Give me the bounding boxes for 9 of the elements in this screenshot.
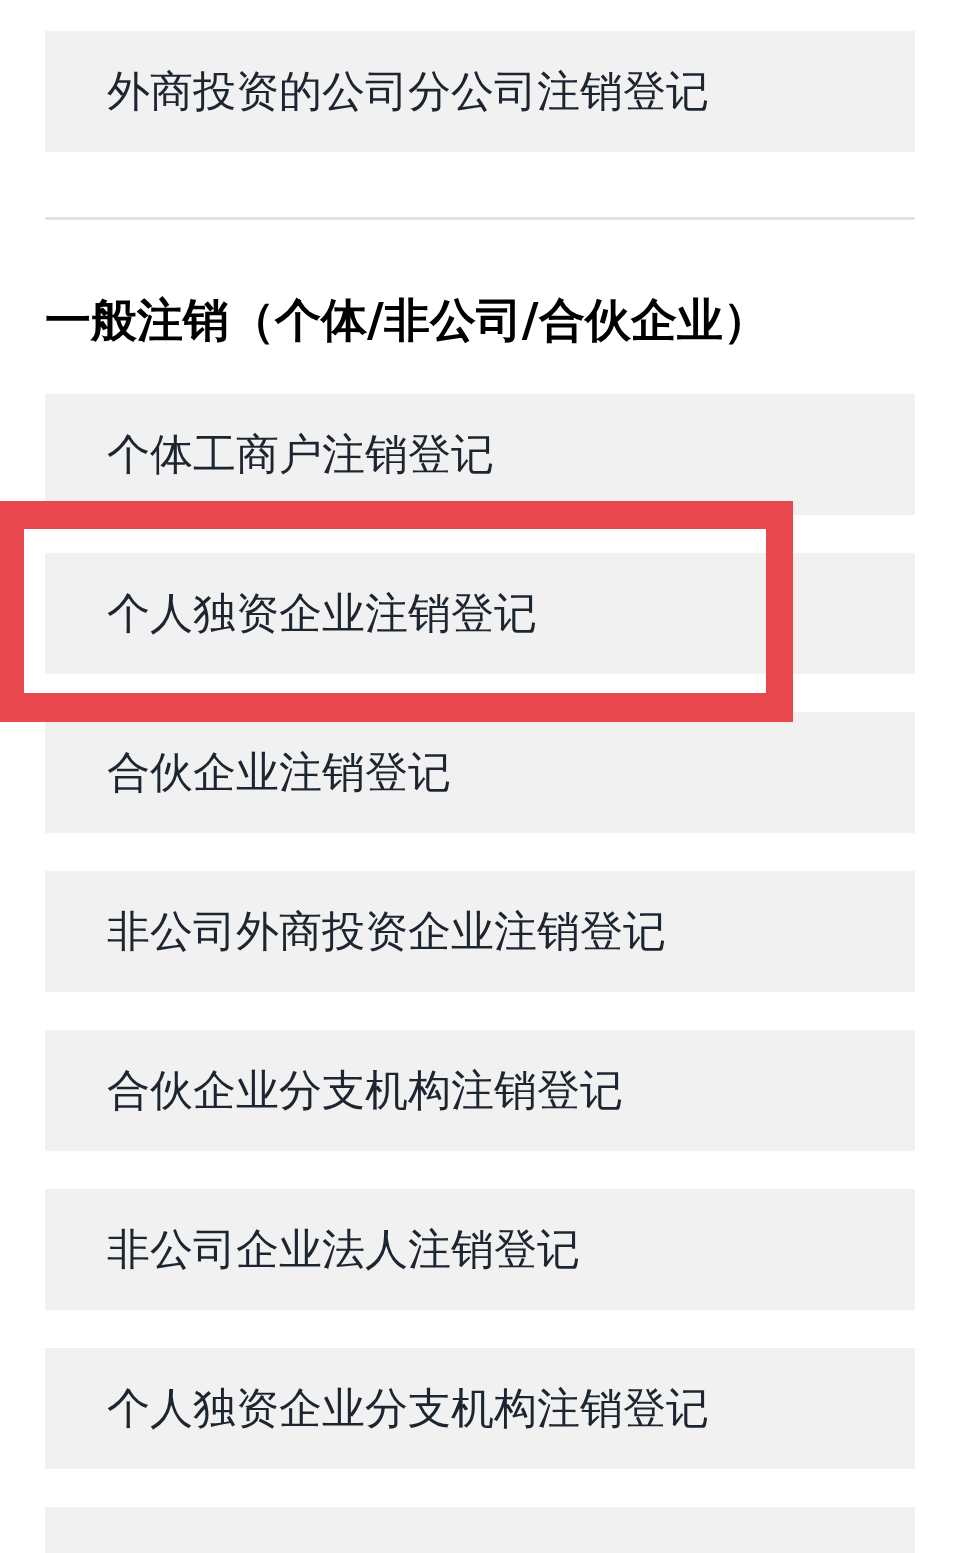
registration-item[interactable]: 个人独资企业注销登记 — [45, 553, 915, 674]
registration-item[interactable]: 合伙企业分支机构注销登记 — [45, 1030, 915, 1151]
registration-item[interactable]: 非公司企业法人注销登记 — [45, 1189, 915, 1310]
registration-item[interactable]: 个体工商户注销登记 — [45, 394, 915, 515]
section-heading: 一般注销（个体/非公司/合伙企业） — [45, 292, 770, 349]
registration-item[interactable]: 个人独资企业分支机构注销登记 — [45, 1348, 915, 1469]
registration-item[interactable]: 外商投资的公司分公司注销登记 — [45, 31, 915, 152]
registration-item[interactable]: 非公司外商投资企业注销登记 — [45, 871, 915, 992]
registration-item[interactable]: 合伙企业注销登记 — [45, 712, 915, 833]
